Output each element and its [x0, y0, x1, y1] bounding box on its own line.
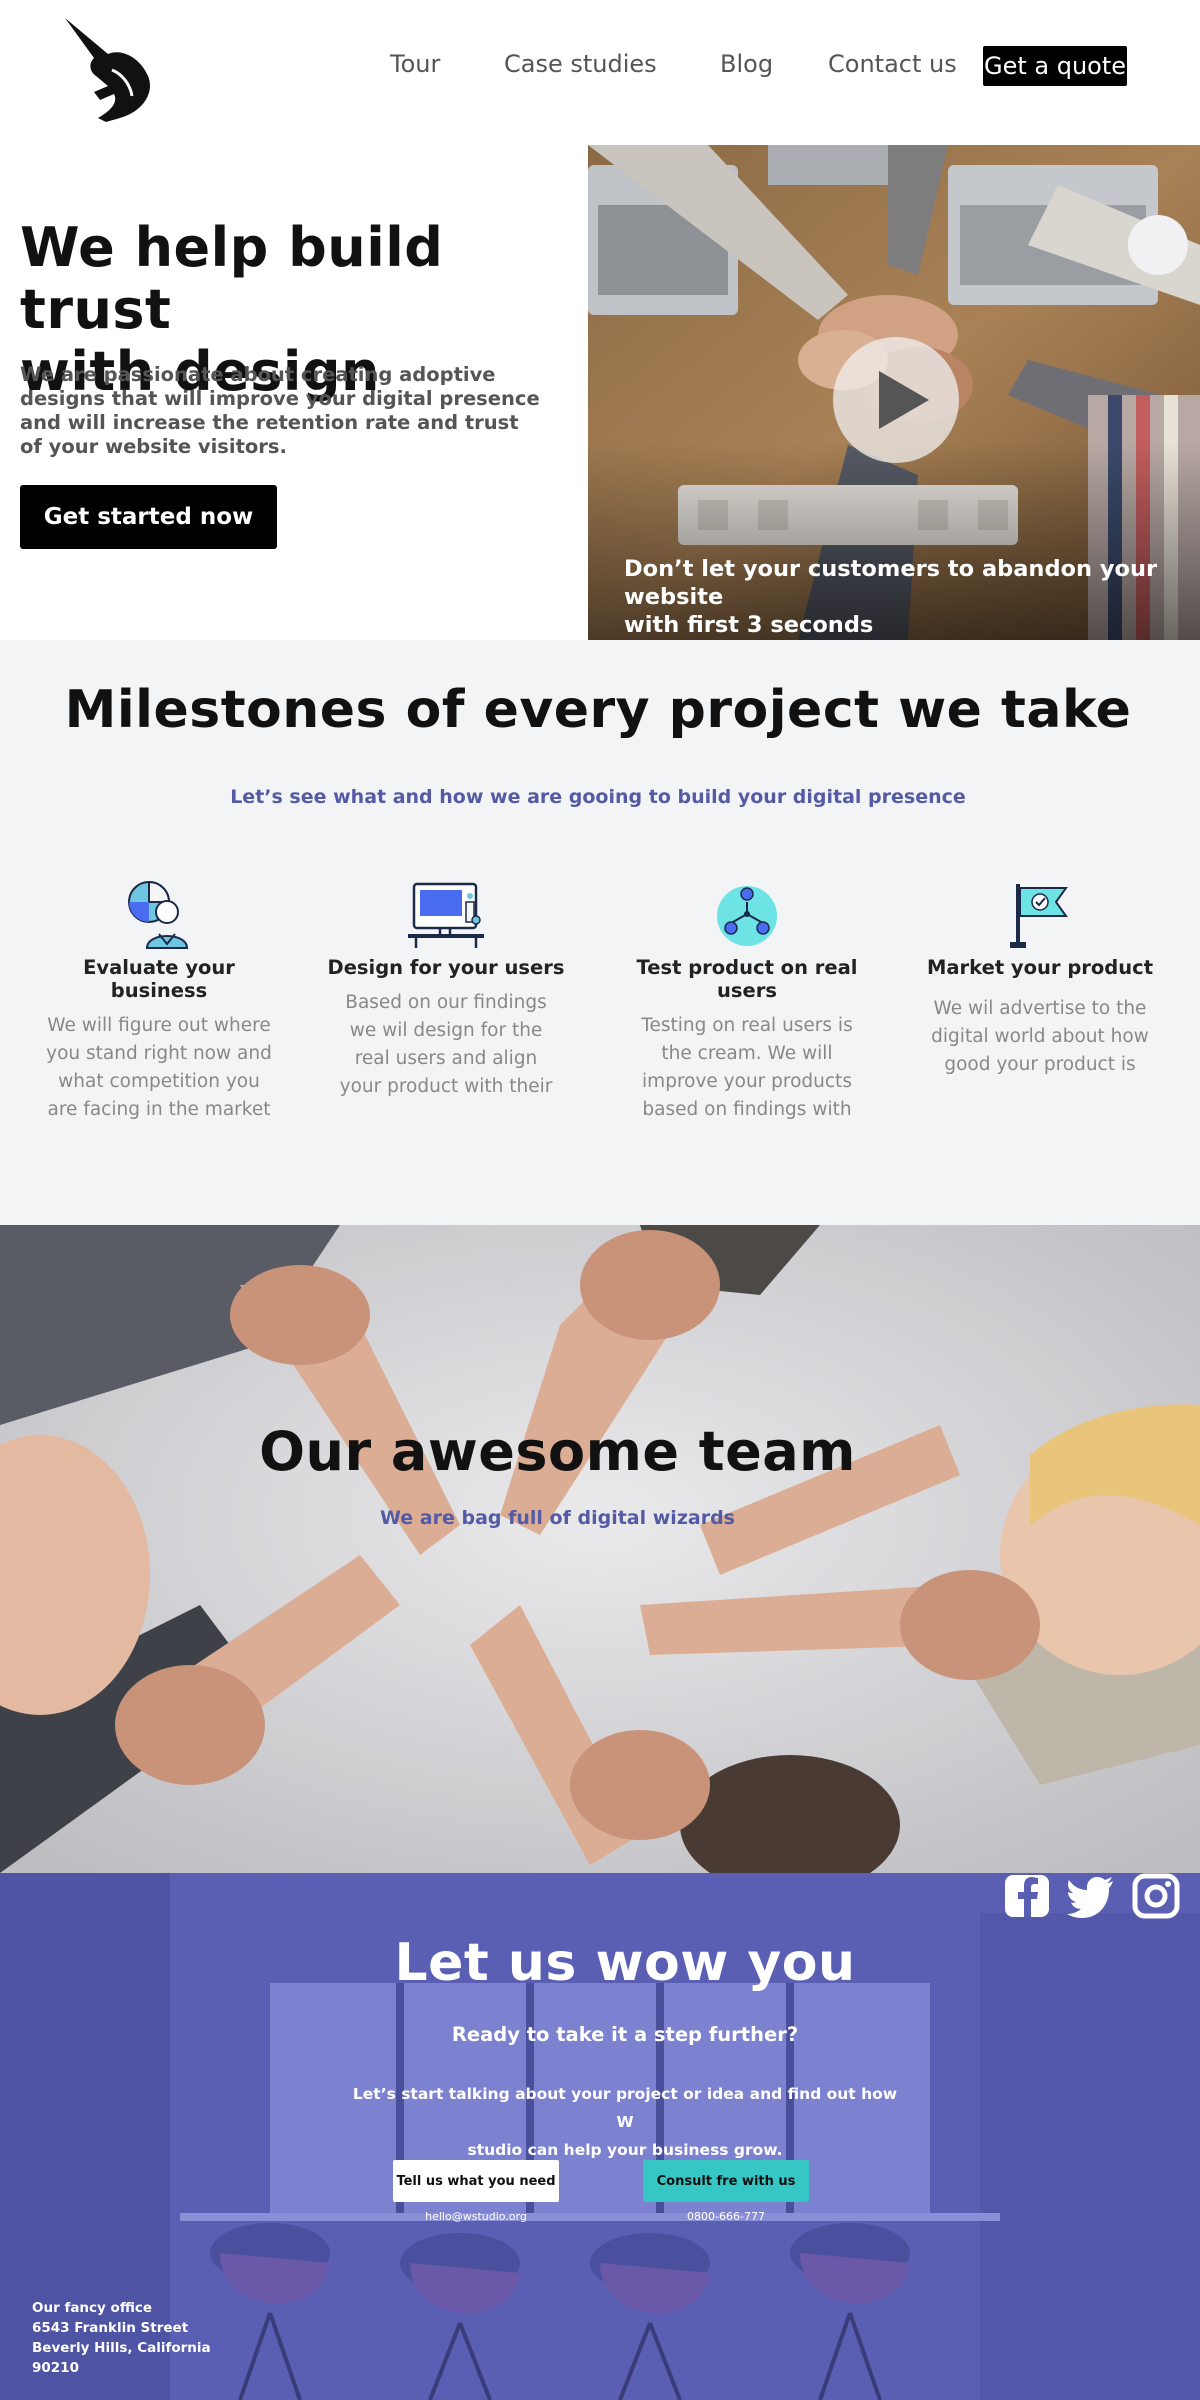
- contact-cta-section: Let us wow you Ready to take it a step f…: [0, 1873, 1200, 2400]
- milestone-desc-line: We wil advertise to the: [933, 998, 1147, 1019]
- milestone-desc-line: good your product is: [944, 1054, 1136, 1075]
- facebook-icon[interactable]: [1003, 1873, 1051, 1919]
- get-started-button[interactable]: Get started now: [20, 485, 277, 549]
- hero-section: We help build trust with design We are p…: [0, 145, 1200, 640]
- milestone-title: Design for your users: [327, 956, 565, 979]
- milestone-desc-line: are facing in the market: [47, 1099, 271, 1120]
- milestone-desc-line: what competition you: [58, 1071, 260, 1092]
- hero-description: We are passionate about creating adoptiv…: [20, 363, 540, 458]
- user-network-icon: [717, 886, 777, 946]
- wow-title: Let us wow you: [394, 1933, 856, 1993]
- milestone-desc: We will figure out where you stand right…: [39, 1012, 279, 1124]
- office-address-line: Our fancy office: [32, 2300, 153, 2316]
- nav-link-case-studies[interactable]: Case studies: [504, 50, 657, 78]
- milestone-title: Test product on real users: [636, 956, 858, 1002]
- get-quote-button[interactable]: Get a quote: [983, 46, 1127, 86]
- phone-link[interactable]: 0800-666-777: [643, 2210, 809, 2223]
- play-video-icon[interactable]: [833, 337, 959, 463]
- milestone-desc-line: we wil design for the: [349, 1020, 543, 1041]
- flag-check-icon: [1010, 884, 1068, 948]
- hero-title-line-1: We help build trust: [20, 216, 444, 341]
- business-evaluation-icon: [128, 880, 189, 949]
- video-caption-line-1: Don’t let your customers to abandon your…: [624, 556, 1158, 610]
- team-subtitle: We are bag full of digital wizards: [380, 1507, 735, 1529]
- milestone-desc: Based on our findings we wil design for …: [326, 989, 566, 1101]
- nav-link-blog[interactable]: Blog: [720, 50, 773, 78]
- milestone-item: Design for your users Based on our findi…: [326, 880, 566, 1101]
- video-caption: Don’t let your customers to abandon your…: [624, 555, 1200, 639]
- milestone-desc-line: your product with their: [339, 1076, 553, 1097]
- office-address-line: 90210: [32, 2360, 79, 2376]
- milestone-desc: We wil advertise to the digital world ab…: [920, 995, 1160, 1079]
- office-address: Our fancy office 6543 Franklin Street Be…: [32, 2298, 211, 2378]
- milestones-section: Milestones of every project we take Let’…: [0, 640, 1200, 1225]
- consult-free-button[interactable]: Consult fre with us: [643, 2160, 809, 2202]
- email-link[interactable]: hello@wstudio.org: [393, 2210, 559, 2223]
- twitter-icon[interactable]: [1067, 1873, 1115, 1919]
- wow-description-line-1: Let’s start talking about your project o…: [352, 2085, 898, 2131]
- milestone-desc-line: Testing on real users is: [641, 1015, 853, 1036]
- instagram-icon[interactable]: [1132, 1873, 1180, 1919]
- milestone-desc-line: based on findings with: [642, 1099, 852, 1120]
- wow-subtitle: Ready to take it a step further?: [451, 2023, 799, 2046]
- milestone-desc: Testing on real users is the cream. We w…: [627, 1012, 867, 1124]
- office-address-line: 6543 Franklin Street: [32, 2320, 189, 2336]
- video-caption-line-2: with first 3 seconds: [624, 612, 874, 638]
- milestone-title: Market your product: [926, 956, 1154, 979]
- wow-description: Let’s start talking about your project o…: [345, 2080, 905, 2164]
- team-hands-photo: [0, 1225, 1200, 1873]
- milestones-title: Milestones of every project we take: [64, 680, 1132, 740]
- team-section: Our awesome team We are bag full of digi…: [0, 1225, 1200, 1873]
- nav-link-tour[interactable]: Tour: [390, 50, 440, 78]
- milestone-desc-line: the cream. We will: [661, 1043, 833, 1064]
- milestone-item: Evaluate your business We will figure ou…: [39, 880, 279, 1124]
- milestone-title: Evaluate your business: [83, 956, 235, 1002]
- office-address-line: Beverly Hills, California: [32, 2340, 211, 2356]
- wow-description-line-2: studio can help your business grow.: [467, 2141, 783, 2159]
- milestone-desc-line: We will figure out where: [47, 1015, 271, 1036]
- milestone-desc-line: improve your products: [642, 1071, 852, 1092]
- milestones-subtitle: Let’s see what and how we are gooing to …: [230, 786, 966, 808]
- milestone-desc-line: real users and align: [354, 1048, 538, 1069]
- tell-us-button[interactable]: Tell us what you need: [393, 2160, 559, 2202]
- nav-link-contact[interactable]: Contact us: [828, 50, 957, 78]
- milestone-desc-line: you stand right now and: [46, 1043, 272, 1064]
- milestone-desc-line: digital world about how: [931, 1026, 1149, 1047]
- milestone-item: Market your product We wil advertise to …: [920, 880, 1160, 1079]
- team-title: Our awesome team: [259, 1420, 856, 1483]
- milestone-desc-line: Based on our findings: [345, 992, 547, 1013]
- milestone-item: Test product on real users Testing on re…: [627, 880, 867, 1124]
- top-navigation: Tour Case studies Blog Contact us Get a …: [0, 0, 1200, 145]
- hero-video[interactable]: Don’t let your customers to abandon your…: [588, 145, 1200, 640]
- design-monitor-icon: [408, 882, 484, 948]
